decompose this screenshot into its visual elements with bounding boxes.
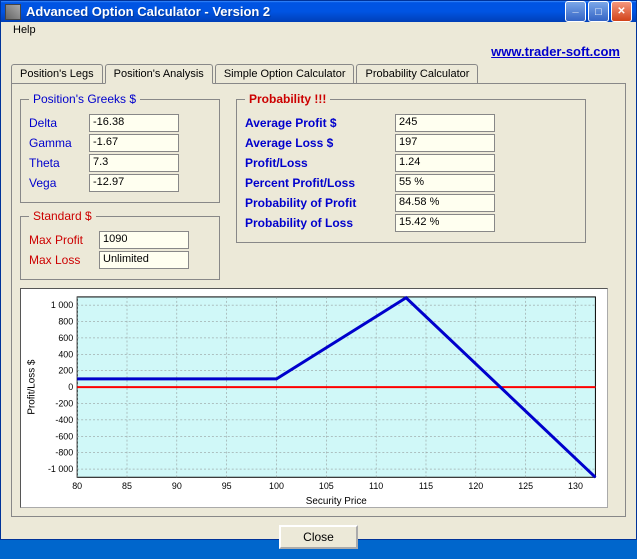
- svg-text:Profit/Loss $: Profit/Loss $: [27, 359, 38, 414]
- svg-text:115: 115: [419, 481, 433, 491]
- avgprofit-value: 245: [395, 114, 495, 132]
- theta-value: 7.3: [89, 154, 179, 172]
- tab-strip: Position's Legs Position's Analysis Simp…: [11, 63, 626, 83]
- tab-positions-legs[interactable]: Position's Legs: [11, 64, 103, 83]
- svg-text:110: 110: [369, 481, 383, 491]
- svg-text:85: 85: [122, 481, 132, 491]
- pl-chart: 80 85 90 95 100 105 110 115 120 125 130 -1 000 -800 -…: [20, 288, 608, 508]
- delta-value: -16.38: [89, 114, 179, 132]
- maximize-button[interactable]: [588, 1, 609, 22]
- close-window-button[interactable]: [611, 1, 632, 22]
- svg-text:0: 0: [68, 382, 73, 392]
- svg-text:400: 400: [58, 349, 73, 359]
- svg-text:120: 120: [468, 481, 483, 491]
- window-title: Advanced Option Calculator - Version 2: [26, 4, 565, 19]
- window-controls: [565, 1, 632, 22]
- pl-value: 1.24: [395, 154, 495, 172]
- svg-text:95: 95: [222, 481, 232, 491]
- avgloss-value: 197: [395, 134, 495, 152]
- minimize-button[interactable]: [565, 1, 586, 22]
- svg-text:-1 000: -1 000: [48, 464, 73, 474]
- svg-text:-400: -400: [55, 415, 73, 425]
- delta-label: Delta: [29, 116, 89, 130]
- maxloss-label: Max Loss: [29, 253, 99, 267]
- pprofit-value: 84.58 %: [395, 194, 495, 212]
- svg-text:-600: -600: [55, 431, 73, 441]
- svg-text:90: 90: [172, 481, 182, 491]
- svg-text:100: 100: [269, 481, 284, 491]
- pctpl-label: Percent Profit/Loss: [245, 176, 395, 190]
- svg-text:600: 600: [58, 333, 73, 343]
- standard-group: Standard $ Max Profit1090 Max LossUnlimi…: [20, 209, 220, 280]
- svg-text:105: 105: [319, 481, 334, 491]
- maxprofit-label: Max Profit: [29, 233, 99, 247]
- theta-label: Theta: [29, 156, 89, 170]
- maxloss-value: Unlimited: [99, 251, 189, 269]
- tab-simple-option-calc[interactable]: Simple Option Calculator: [215, 64, 355, 83]
- menubar: Help: [1, 22, 636, 38]
- svg-text:-200: -200: [55, 398, 73, 408]
- svg-text:800: 800: [58, 316, 73, 326]
- titlebar: Advanced Option Calculator - Version 2: [1, 1, 636, 22]
- ploss-label: Probability of Loss: [245, 216, 395, 230]
- maxprofit-value: 1090: [99, 231, 189, 249]
- svg-text:125: 125: [518, 481, 533, 491]
- standard-legend: Standard $: [29, 209, 96, 223]
- trader-soft-link[interactable]: www.trader-soft.com: [491, 44, 620, 59]
- probability-legend: Probability !!!: [245, 92, 330, 106]
- svg-text:1 000: 1 000: [51, 300, 73, 310]
- pctpl-value: 55 %: [395, 174, 495, 192]
- menu-help[interactable]: Help: [7, 22, 42, 38]
- svg-text:80: 80: [72, 481, 82, 491]
- avgprofit-label: Average Profit $: [245, 116, 395, 130]
- gamma-label: Gamma: [29, 136, 89, 150]
- ploss-value: 15.42 %: [395, 214, 495, 232]
- vega-value: -12.97: [89, 174, 179, 192]
- svg-text:Security Price: Security Price: [306, 496, 368, 507]
- avgloss-label: Average Loss $: [245, 136, 395, 150]
- tab-panel-analysis: Position's Greeks $ Delta-16.38 Gamma-1.…: [11, 83, 626, 517]
- probability-group: Probability !!! Average Profit $245 Aver…: [236, 92, 586, 243]
- tab-positions-analysis[interactable]: Position's Analysis: [105, 64, 213, 84]
- app-icon: [5, 4, 21, 20]
- svg-text:-800: -800: [55, 448, 73, 458]
- gamma-value: -1.67: [89, 134, 179, 152]
- svg-text:130: 130: [568, 481, 583, 491]
- content-area: www.trader-soft.com Position's Legs Posi…: [1, 38, 636, 559]
- close-button[interactable]: Close: [279, 525, 358, 549]
- vega-label: Vega: [29, 176, 89, 190]
- pl-label: Profit/Loss: [245, 156, 395, 170]
- greeks-group: Position's Greeks $ Delta-16.38 Gamma-1.…: [20, 92, 220, 203]
- svg-text:200: 200: [58, 366, 73, 376]
- pprofit-label: Probability of Profit: [245, 196, 395, 210]
- tab-probability-calc[interactable]: Probability Calculator: [356, 64, 478, 83]
- app-window: Advanced Option Calculator - Version 2 H…: [0, 0, 637, 540]
- greeks-legend: Position's Greeks $: [29, 92, 140, 106]
